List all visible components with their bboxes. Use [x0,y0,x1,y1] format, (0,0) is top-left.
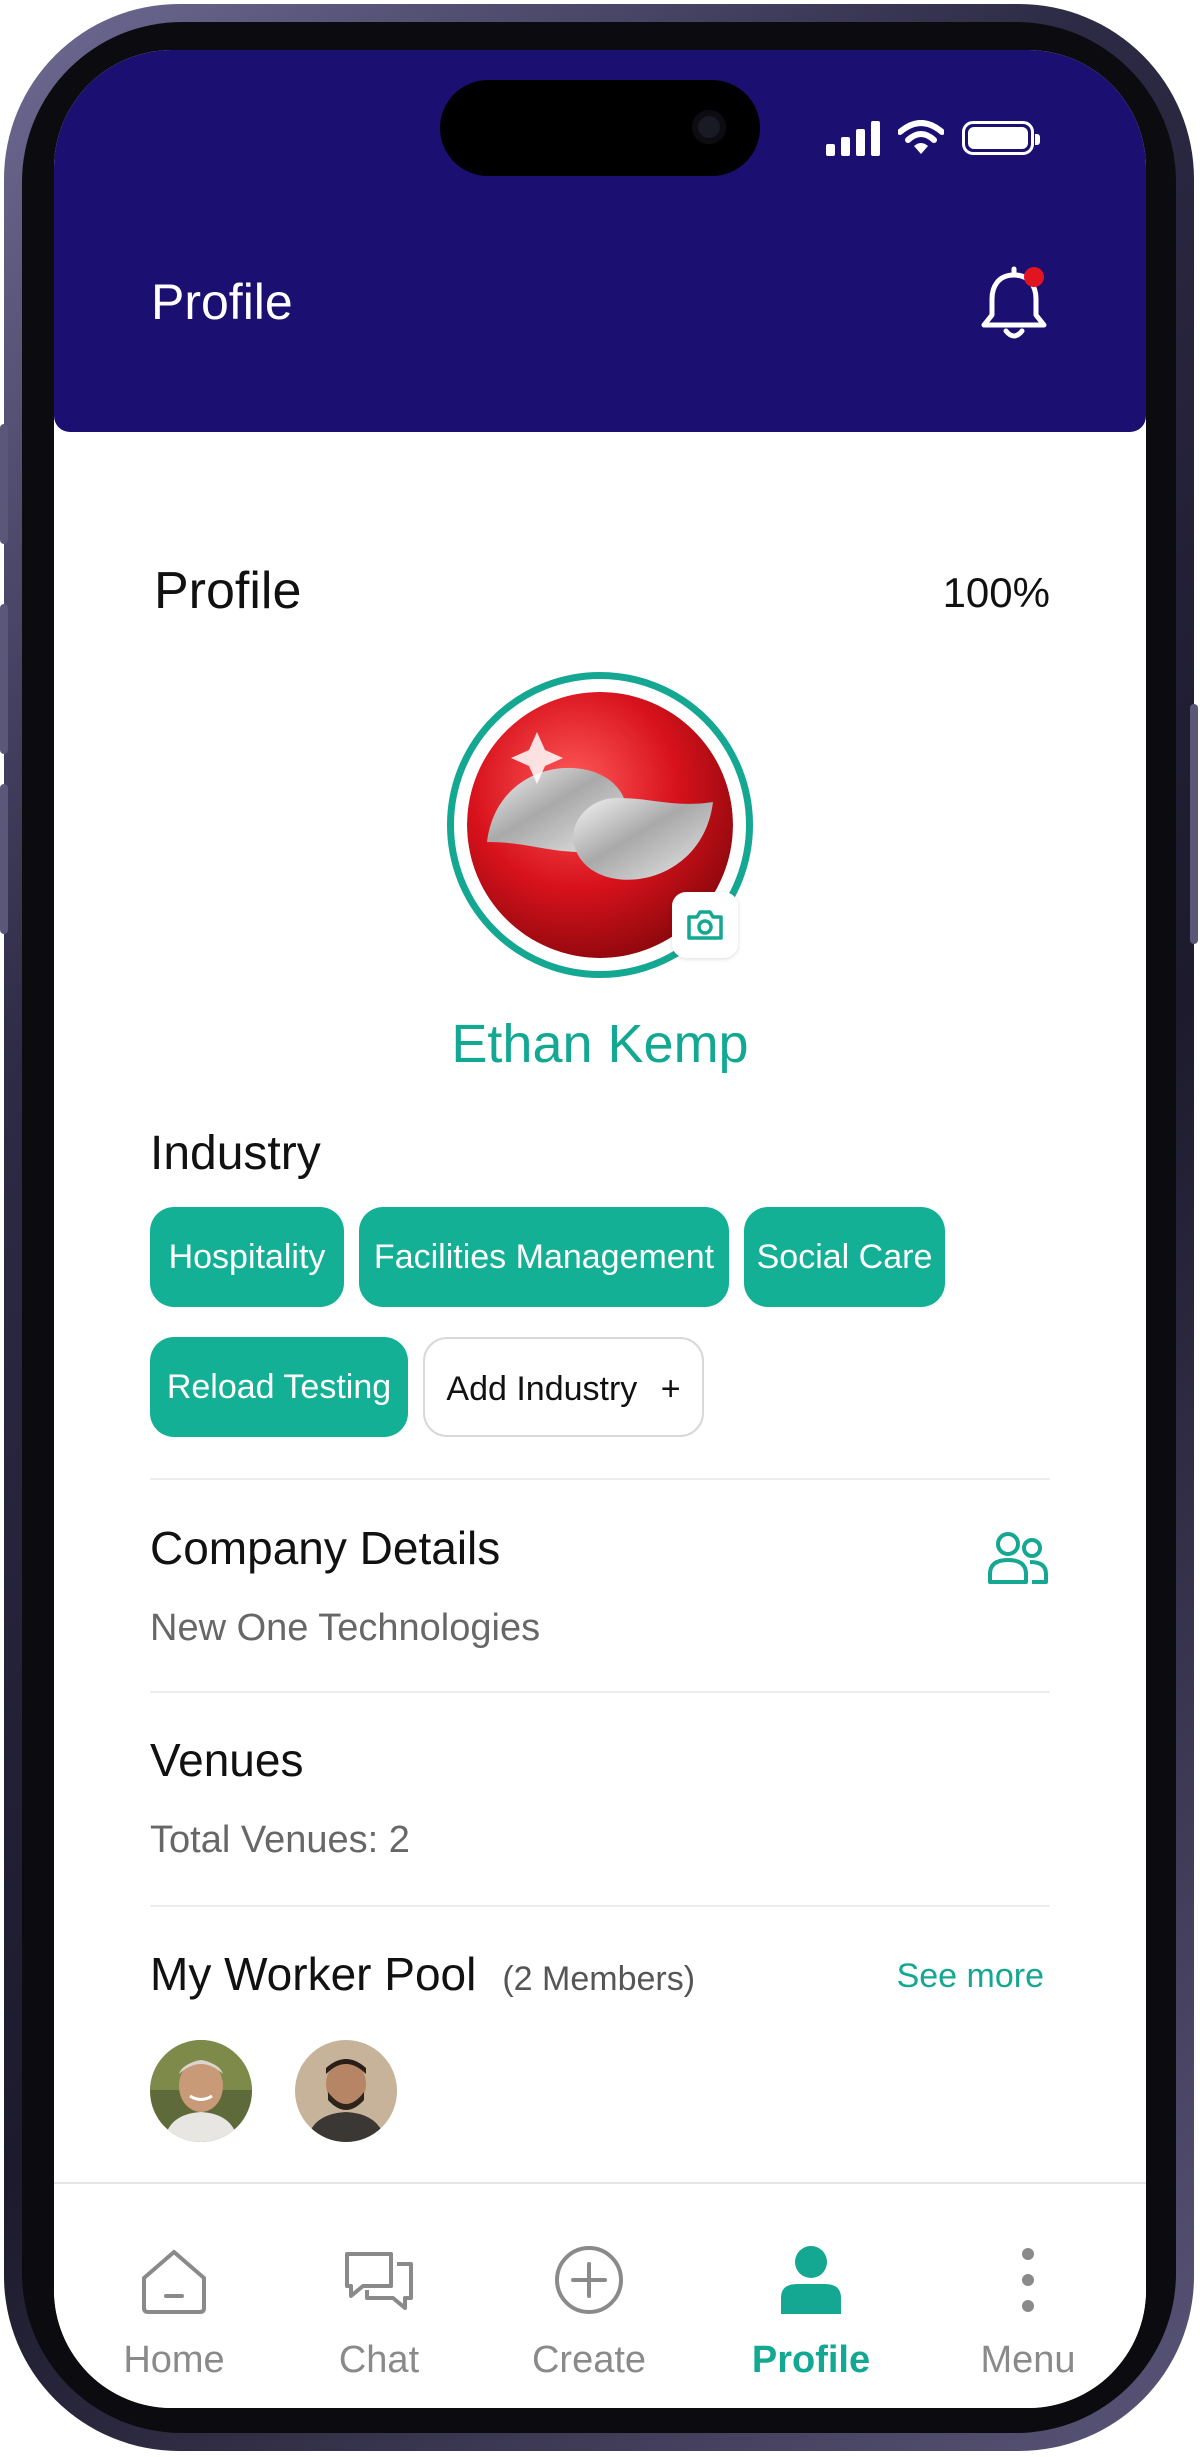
status-bar [826,116,1040,160]
worker-avatar[interactable] [295,2040,397,2142]
plus-circle-icon [555,2246,623,2314]
nav-menu[interactable]: Menu [928,2184,1128,2408]
industry-chip[interactable]: Facilities Management [359,1207,729,1307]
front-camera-icon [692,110,726,144]
bottom-navigation: Home Chat Create Profile Menu [54,2182,1146,2408]
divider [150,1905,1050,1907]
app-header: Profile [54,50,1146,432]
industry-chip[interactable]: Hospitality [150,1207,344,1307]
worker-pool-member-count: (2 Members) [502,1960,696,1998]
profile-avatar[interactable] [447,672,753,978]
nav-home-label: Home [123,2339,225,2381]
nav-create[interactable]: Create [489,2184,689,2408]
plus-icon: + [660,1370,681,1408]
nav-create-label: Create [531,2339,647,2381]
users-group-icon [988,1532,1048,1584]
total-venues: Total Venues: 2 [150,1819,410,1861]
camera-icon [687,910,723,940]
nav-chat-label: Chat [338,2339,420,2381]
notification-dot [1024,267,1044,287]
chat-icon [345,2252,413,2310]
more-vertical-icon [1022,2248,1034,2312]
add-industry-button[interactable]: Add Industry + [423,1337,704,1437]
nav-profile-label: Profile [751,2339,871,2381]
screen: Profile Profile 100% Ethan Kemp Industry… [54,50,1146,2408]
nav-chat[interactable]: Chat [279,2184,479,2408]
company-details-title: Company Details [150,1522,501,1574]
user-icon [781,2246,841,2314]
see-more-link[interactable]: See more [897,1952,1044,2000]
user-name: Ethan Kemp [451,1014,749,1074]
battery-icon [962,121,1040,155]
worker-pool-label: My Worker Pool [150,1948,477,2000]
wifi-icon [898,120,944,154]
industry-title: Industry [150,1127,321,1180]
profile-heading-row: Profile 100% [150,560,1050,626]
notification-button[interactable] [976,265,1052,345]
nav-profile[interactable]: Profile [711,2184,911,2408]
divider [150,1478,1050,1480]
venues-title[interactable]: Venues [150,1732,303,1788]
dynamic-island [440,80,760,176]
side-button [1190,704,1198,944]
worker-avatar[interactable] [150,2040,252,2142]
profile-section-title: Profile [154,562,302,620]
company-name: New One Technologies [150,1607,541,1649]
worker-pool-title: My Worker Pool (2 Members) [150,1946,695,2007]
company-details-button[interactable] [986,1528,1050,1588]
industry-chip[interactable]: Social Care [744,1207,945,1307]
side-button [0,784,8,934]
add-industry-label: Add Industry [446,1370,638,1408]
nav-home[interactable]: Home [74,2184,274,2408]
side-button [0,604,8,754]
change-photo-button[interactable] [672,892,738,958]
header-title: Profile [151,274,293,330]
home-icon [142,2250,206,2314]
cellular-signal-icon [826,120,880,156]
divider [150,1691,1050,1693]
side-button [0,424,8,544]
industry-chip[interactable]: Reload Testing [150,1337,408,1437]
nav-menu-label: Menu [980,2339,1076,2381]
profile-completion: 100% [942,569,1050,616]
